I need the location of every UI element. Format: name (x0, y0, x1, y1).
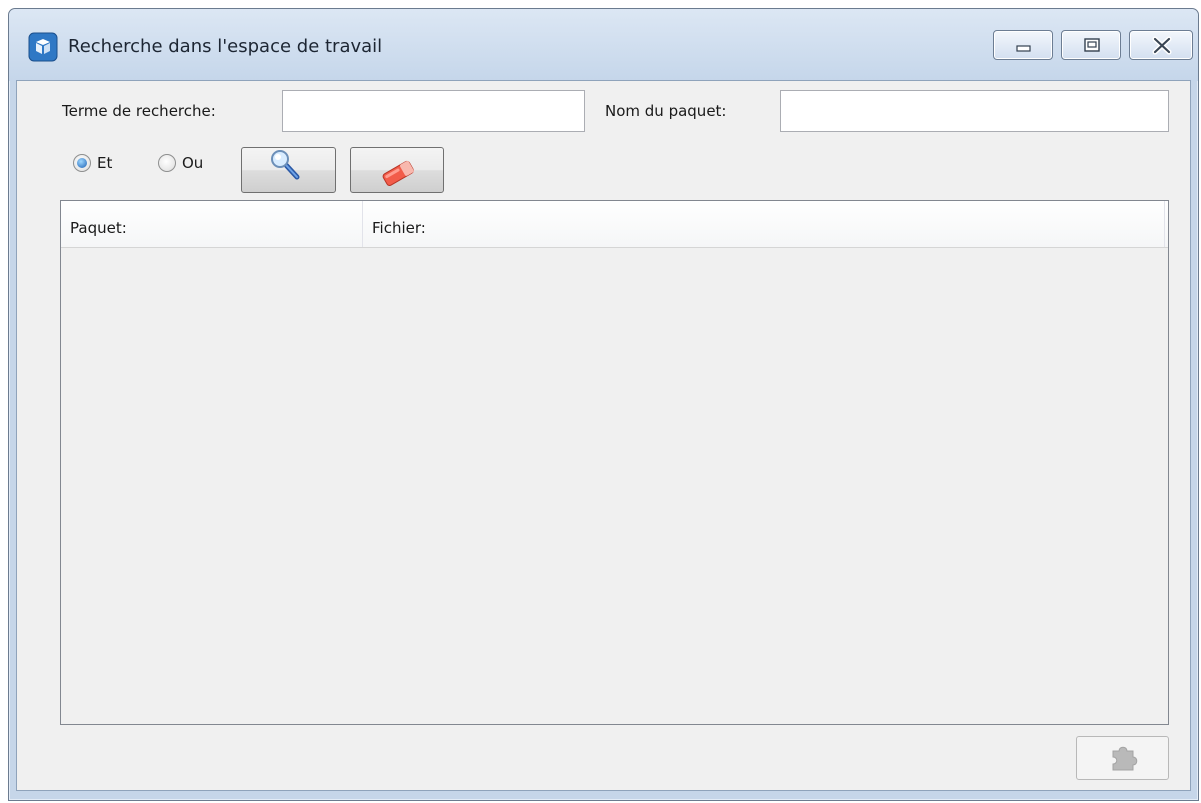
and-radio[interactable] (73, 154, 91, 172)
package-name-input[interactable] (780, 90, 1169, 132)
or-radio[interactable] (158, 154, 176, 172)
results-list[interactable]: Paquet: Fichier: (60, 200, 1169, 725)
minimize-icon (1016, 45, 1031, 52)
puzzle-piece-icon (1112, 746, 1138, 771)
radio-selected-dot (77, 158, 87, 168)
search-button[interactable] (241, 147, 336, 193)
search-term-input[interactable] (282, 90, 585, 132)
column-header-file[interactable]: Fichier: (363, 201, 1165, 247)
minimize-button[interactable] (993, 30, 1053, 60)
eraser-icon (382, 160, 414, 186)
package-name-label: Nom du paquet: (605, 102, 727, 120)
results-header: Paquet: Fichier: (61, 201, 1168, 248)
close-button[interactable] (1129, 30, 1193, 60)
maximize-button[interactable] (1061, 30, 1121, 60)
and-radio-label[interactable]: Et (97, 153, 112, 173)
or-radio-label[interactable]: Ou (182, 153, 203, 173)
magnifier-icon (271, 150, 300, 180)
workspace-search-window: Recherche dans l'espace de travail Terme… (8, 8, 1199, 801)
search-term-label: Terme de recherche: (62, 102, 216, 120)
clear-button[interactable] (350, 147, 444, 193)
open-button[interactable] (1076, 736, 1169, 780)
title-bar[interactable]: Recherche dans l'espace de travail (9, 9, 1198, 81)
workspace-package-icon (28, 32, 58, 62)
close-icon (1152, 36, 1172, 55)
window-title: Recherche dans l'espace de travail (68, 36, 383, 57)
dialog-content: Terme de recherche: Nom du paquet: Et Ou (16, 80, 1191, 791)
column-header-package[interactable]: Paquet: (61, 201, 363, 247)
maximize-icon (1084, 38, 1100, 52)
